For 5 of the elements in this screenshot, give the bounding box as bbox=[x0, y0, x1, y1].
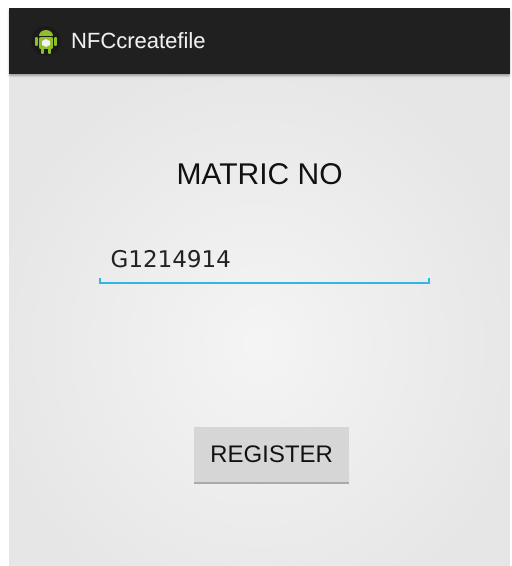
matric-label: MATRIC NO bbox=[176, 158, 343, 192]
app-title: NFCcreatefile bbox=[71, 28, 206, 54]
register-button[interactable]: REGISTER bbox=[194, 427, 349, 484]
matric-input-field[interactable]: G1214914 bbox=[98, 244, 430, 284]
android-app-icon bbox=[31, 25, 61, 57]
